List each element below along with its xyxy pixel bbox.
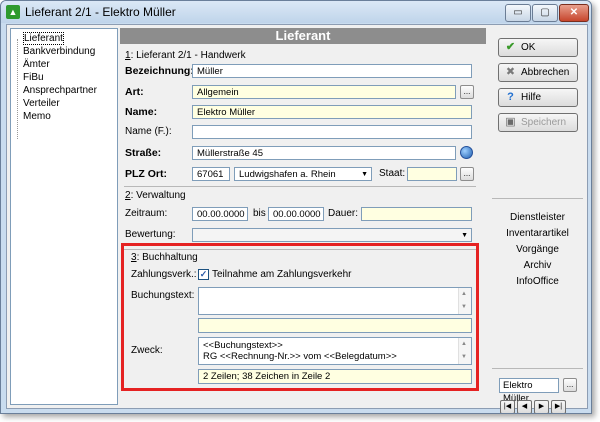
chevron-down-icon: ▼ <box>461 232 468 239</box>
speichern-label: Speichern <box>521 117 567 128</box>
ok-button[interactable]: ✔ OK <box>498 38 578 57</box>
bezeichnung-field[interactable]: Müller <box>192 64 472 78</box>
window-title: Lieferant 2/1 - Elektro Müller <box>25 5 176 19</box>
name-label: Name: <box>125 106 158 118</box>
tree-item-label: Ämter <box>23 59 50 70</box>
staat-lookup-button[interactable]: ... <box>460 167 474 181</box>
section-title: : Lieferant 2/1 - Handwerk <box>130 50 246 61</box>
tree-item-label: Memo <box>23 111 51 122</box>
tree-item-label: Verteiler <box>23 98 60 109</box>
link-dienstleister[interactable]: Dienstleister <box>492 212 583 223</box>
zeitraum-von-field[interactable]: 00.00.0000 <box>192 207 248 221</box>
plz-field[interactable]: 67061 <box>192 167 230 181</box>
link-archiv[interactable]: Archiv <box>492 260 583 271</box>
bewertung-combo[interactable]: ▼ <box>192 228 472 242</box>
tree-item-label: FiBu <box>23 72 44 83</box>
art-field[interactable]: Allgemein <box>192 85 456 99</box>
current-record-label: Elektro Müller <box>499 378 559 404</box>
minimize-button[interactable]: ▭ <box>505 4 531 22</box>
tree-item-label: Ansprechpartner <box>23 85 97 96</box>
hilfe-button[interactable]: ? Hilfe <box>498 88 578 107</box>
bewertung-label: Bewertung: <box>125 229 176 240</box>
link-inventarartikel[interactable]: Inventarartikel <box>492 228 583 239</box>
zeitraum-label: Zeitraum: <box>125 208 168 219</box>
divider <box>124 186 476 187</box>
dauer-label: Dauer: <box>328 208 359 219</box>
tree-item-label: Bankverbindung <box>23 46 96 57</box>
ok-label: OK <box>521 42 536 53</box>
chevron-down-icon: ▼ <box>361 171 368 178</box>
highlight-box <box>121 243 479 391</box>
ort-combo[interactable]: Ludwigshafen a. Rhein ▼ <box>234 167 372 181</box>
name-field[interactable]: Elektro Müller <box>192 105 472 119</box>
bis-label: bis <box>253 208 266 219</box>
name-f-field[interactable] <box>192 125 472 139</box>
tree-item-ansprechpartner[interactable]: Ansprechpartner <box>23 85 97 96</box>
first-record-button[interactable]: |◀ <box>500 400 515 413</box>
section-2-heading: 2: Verwaltung <box>125 190 186 201</box>
previous-record-button[interactable]: ◀ <box>517 400 532 413</box>
art-lookup-button[interactable]: ... <box>460 85 474 99</box>
save-icon: ▣ <box>505 116 516 128</box>
globe-icon[interactable] <box>460 146 473 159</box>
close-button[interactable]: ✕ <box>559 4 589 22</box>
ort-value: Ludwigshafen a. Rhein <box>239 169 336 180</box>
title-bar[interactable]: ▲ Lieferant 2/1 - Elektro Müller ▭ ▢ ✕ <box>1 1 591 23</box>
tree-item-bankverbindung[interactable]: Bankverbindung <box>23 46 95 57</box>
abbrechen-button[interactable]: ✖ Abbrechen <box>498 63 578 82</box>
maximize-button[interactable]: ▢ <box>532 4 558 22</box>
section-title: : Verwaltung <box>130 190 186 201</box>
link-infooffice[interactable]: InfoOffice <box>492 276 583 287</box>
staat-label: Staat: <box>379 168 406 179</box>
staat-field[interactable] <box>407 167 457 181</box>
last-record-button[interactable]: ▶| <box>551 400 566 413</box>
form-header: Lieferant <box>120 28 486 44</box>
speichern-button[interactable]: ▣ Speichern <box>498 113 578 132</box>
dauer-field[interactable] <box>361 207 472 221</box>
abbrechen-label: Abbrechen <box>521 67 570 78</box>
app-icon: ▲ <box>6 5 20 19</box>
divider <box>492 198 583 199</box>
help-icon: ? <box>507 91 514 103</box>
plz-ort-label: PLZ Ort: <box>125 168 167 180</box>
tree-item-lieferant[interactable]: Lieferant <box>23 32 64 45</box>
name-f-label: Name (F.): <box>125 126 172 137</box>
tree-item-aemter[interactable]: Ämter <box>23 59 50 70</box>
tree-connector <box>17 39 18 139</box>
cancel-icon: ✖ <box>505 66 516 78</box>
strasse-field[interactable]: Müllerstraße 45 <box>192 146 456 160</box>
hilfe-label: Hilfe <box>521 92 542 103</box>
section-1-heading: 1: Lieferant 2/1 - Handwerk <box>125 50 246 61</box>
next-record-button[interactable]: ▶ <box>534 400 549 413</box>
link-vorgaenge[interactable]: Vorgänge <box>492 244 583 255</box>
tree-item-label: Lieferant <box>23 32 64 45</box>
checkmark-icon: ✔ <box>505 41 516 53</box>
navigation-tree: Lieferant Bankverbindung Ämter FiBu Ansp… <box>10 28 118 405</box>
right-panel: ✔ OK ✖ Abbrechen ? Hilfe ▣ Speichern Dienstl… <box>492 28 583 413</box>
divider <box>492 368 583 369</box>
bezeichnung-label: Bezeichnung: <box>125 65 194 77</box>
strasse-label: Straße: <box>125 147 162 159</box>
tree-item-memo[interactable]: Memo <box>23 111 51 122</box>
tree-item-verteiler[interactable]: Verteiler <box>23 98 60 109</box>
record-lookup-button[interactable]: ... <box>563 378 577 392</box>
zeitraum-bis-field[interactable]: 00.00.0000 <box>268 207 324 221</box>
art-label: Art: <box>125 86 144 98</box>
tree-item-fibu[interactable]: FiBu <box>23 72 44 83</box>
